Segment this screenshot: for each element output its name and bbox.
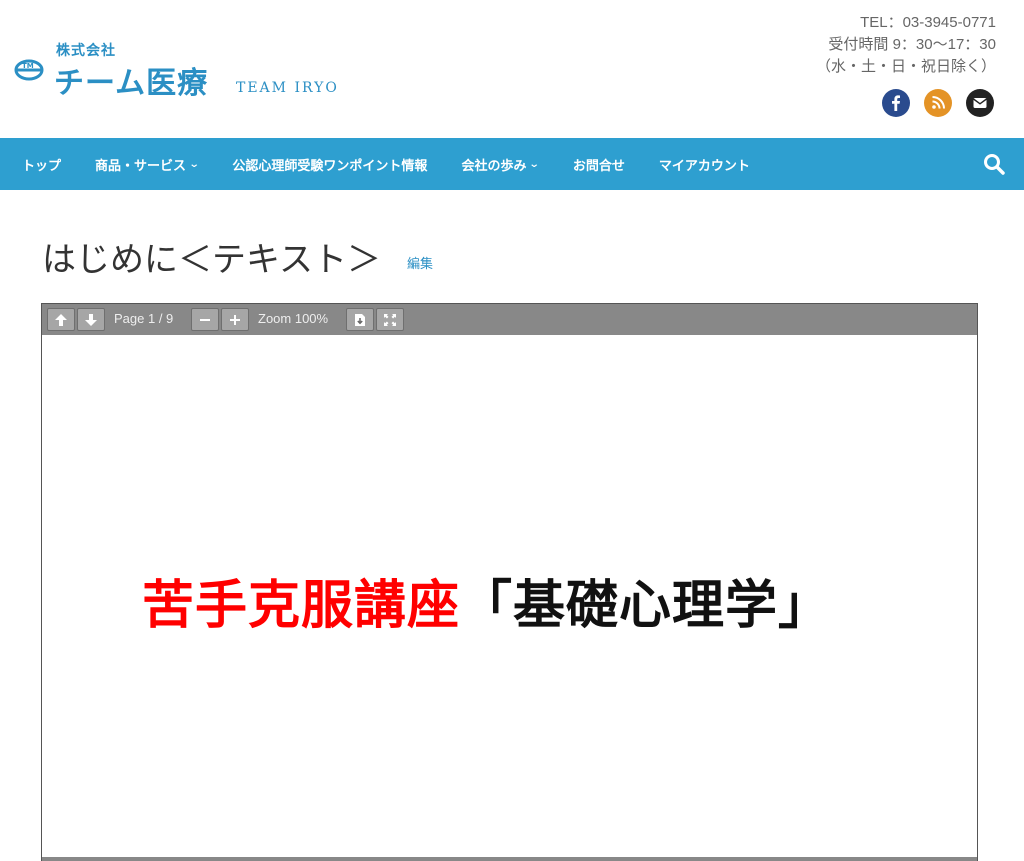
pdf-page-canvas[interactable]: 苦手克服講座「基礎心理学」 [42, 335, 977, 861]
zoom-level: Zoom 100% [258, 311, 329, 326]
pdf-heading-red-text: 苦手克服講座 [142, 576, 461, 636]
rss-link[interactable] [924, 89, 952, 117]
pdf-toolbar-bottom [42, 857, 977, 861]
nav-item-products-services[interactable]: 商品・サービス ⌄ [95, 155, 200, 174]
arrow-up-icon [55, 314, 67, 326]
mail-icon [973, 98, 987, 108]
nav-item-top[interactable]: トップ [22, 155, 61, 174]
nav-item-exam-tips[interactable]: 公認心理師受験ワンポイント情報 [232, 155, 427, 174]
contact-closed-days: （水・土・日・祝日除く） [815, 58, 996, 75]
nav-item-contact[interactable]: お問合せ [573, 155, 625, 174]
download-icon [355, 314, 365, 326]
pdf-toolbar: Page 1 / 9 Zoom 100% [42, 304, 977, 335]
pdf-heading-black-text: 「基礎心理学」 [460, 576, 832, 636]
edit-link[interactable]: 編集 [407, 253, 433, 272]
logo-company-prefix: 株式会社 [56, 43, 116, 59]
previous-page-button[interactable] [47, 308, 75, 331]
contact-info: TEL：03-3945-0771 受付時間 9：30〜17：30 （水・土・日・… [816, 12, 996, 78]
logo-company-name: チーム医療 [54, 66, 209, 101]
minus-icon [200, 319, 210, 321]
facebook-icon [892, 95, 900, 111]
svg-text:TM: TM [22, 62, 34, 70]
zoom-in-button[interactable] [221, 308, 249, 331]
rss-icon [932, 96, 945, 109]
contact-tel: TEL：03-3945-0771 [860, 14, 996, 31]
nav-item-my-account[interactable]: マイアカウント [659, 155, 750, 174]
pdf-document-heading: 苦手克服講座「基礎心理学」 [142, 563, 831, 638]
mail-link[interactable] [966, 89, 994, 117]
nav-item-company-history[interactable]: 会社の歩み ⌄ [461, 155, 541, 174]
facebook-link[interactable] [882, 89, 910, 117]
nav-item-label: トップ [22, 158, 62, 174]
contact-hours: 受付時間 9：30〜17：30 [828, 36, 996, 53]
fullscreen-button[interactable] [376, 308, 404, 331]
pdf-viewer: Page 1 / 9 Zoom 100% 苦手克服講座「基礎心理学」 [41, 303, 978, 861]
chevron-down-icon: ⌄ [188, 158, 200, 170]
zoom-out-button[interactable] [191, 308, 219, 331]
plus-icon [230, 315, 240, 325]
site-header: TM 株式会社 チーム医療 TEAM IRYO TEL：03-3945-0771… [0, 0, 1024, 138]
logo-english-name: TEAM IRYO [236, 80, 339, 96]
nav-item-label: 会社の歩み [461, 158, 527, 174]
nav-item-label: お問合せ [572, 158, 625, 174]
download-button[interactable] [346, 308, 374, 331]
logo-mark-icon: TM [14, 59, 44, 81]
next-page-button[interactable] [77, 308, 105, 331]
nav-item-label: 商品・サービス [95, 158, 187, 174]
company-logo[interactable]: TM 株式会社 チーム医療 TEAM IRYO [14, 38, 354, 101]
fullscreen-icon [384, 314, 396, 326]
nav-item-label: 公認心理師受験ワンポイント情報 [232, 158, 428, 174]
nav-item-label: マイアカウント [658, 158, 750, 174]
search-icon[interactable] [982, 152, 1006, 176]
arrow-down-icon [85, 314, 97, 326]
page-indicator: Page 1 / 9 [114, 311, 174, 326]
page-title: はじめに＜テキスト＞ [42, 240, 381, 280]
chevron-down-icon: ⌄ [529, 158, 541, 170]
social-links [882, 89, 994, 117]
main-navigation: トップ 商品・サービス ⌄ 公認心理師受験ワンポイント情報 会社の歩み ⌄ お問… [0, 138, 1024, 190]
